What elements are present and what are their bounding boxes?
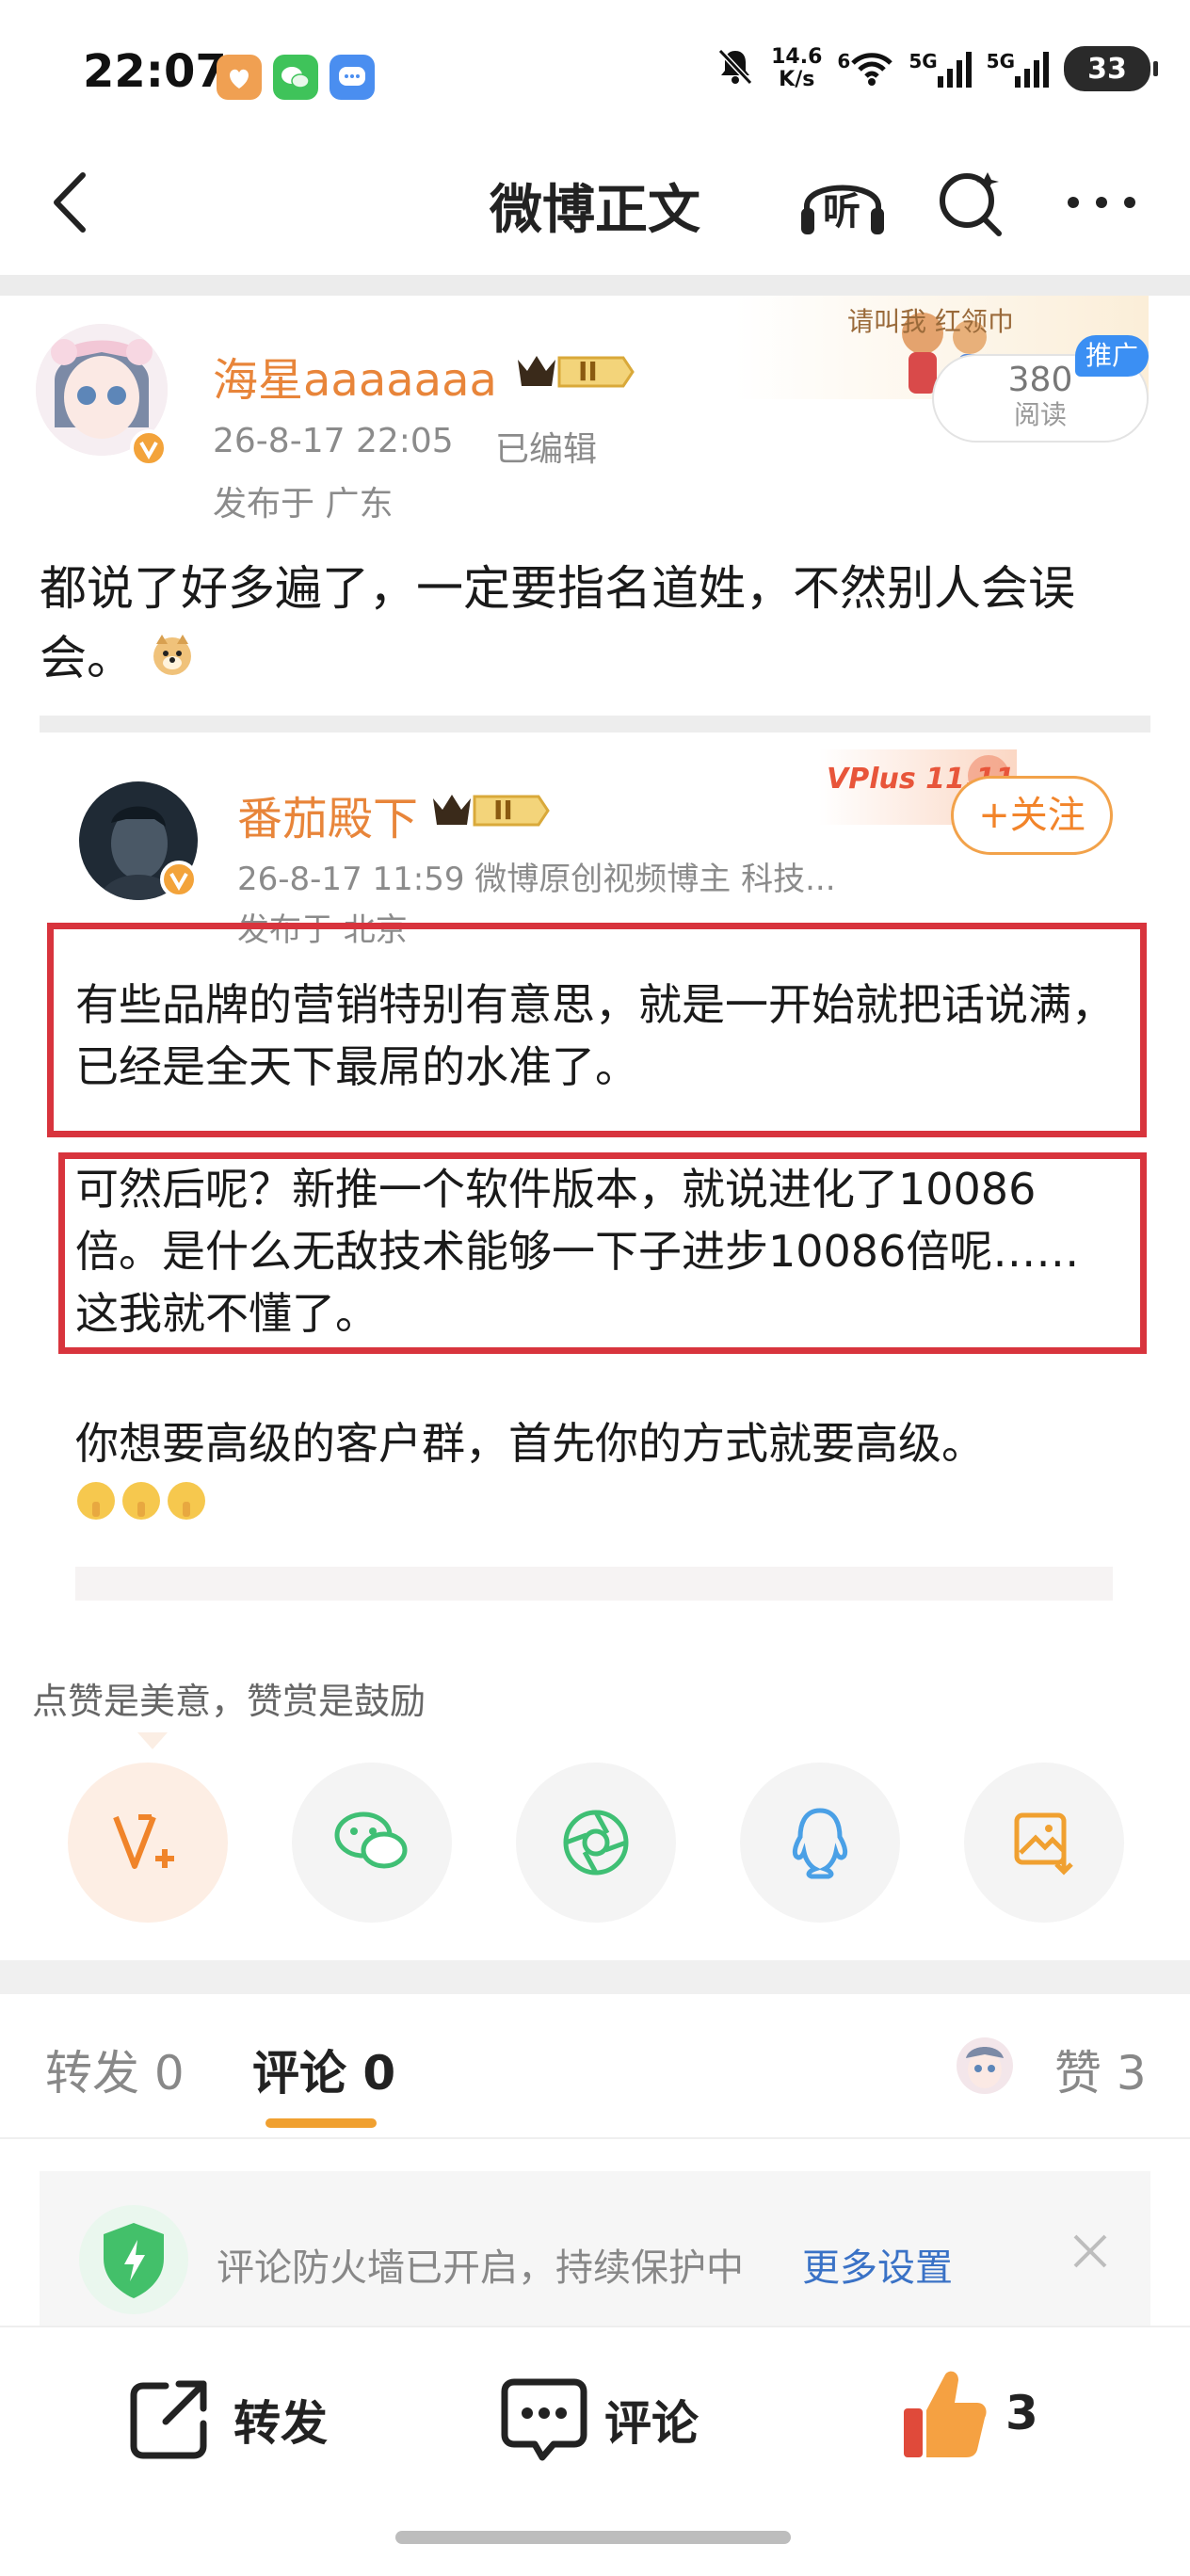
repost-vip-badge: II — [429, 789, 552, 832]
repost-author-name[interactable]: 番茄殿下 — [237, 781, 418, 847]
health-app-icon — [217, 55, 262, 100]
wechat-app-icon — [273, 55, 318, 100]
repost-paragraph-2: 可然后呢？新推一个软件版本，就说进化了10086倍。是什么无敌技术能够一下子进步… — [75, 1164, 1080, 1339]
crown-icon — [518, 356, 635, 388]
status-right: 14.6 K/s 6 5G 5G 33 — [715, 45, 1158, 92]
section-divider — [0, 1960, 1190, 1994]
wechat-icon — [334, 1811, 408, 1869]
verified-badge-icon — [130, 429, 168, 467]
edited-label: 已编辑 — [495, 430, 598, 469]
banner-text: 请叫我 红领巾 — [847, 306, 1014, 337]
shush-emoji-icon — [75, 1477, 207, 1540]
share-qq-button[interactable] — [740, 1763, 900, 1923]
comment-bubble-icon — [501, 2378, 587, 2461]
post-location: 发布于 广东 — [213, 485, 394, 523]
reward-hint: 点赞是美意，赞赏是鼓励 — [32, 1681, 426, 1722]
comment-action-label[interactable]: 评论 — [604, 2386, 699, 2454]
close-notice-button[interactable] — [1069, 2228, 1111, 2284]
tab-comment[interactable]: 评论 0 — [252, 2036, 395, 2103]
save-image-button[interactable] — [964, 1763, 1124, 1923]
repost-paragraph-1: 有些品牌的营销特别有意思，就是一开始就把话说满，已经是全天下最屌的水准了。 — [75, 979, 1115, 1092]
search-button[interactable] — [928, 160, 1013, 245]
shield-icon — [79, 2205, 188, 2314]
more-button[interactable] — [1054, 160, 1149, 245]
close-icon — [1073, 2234, 1107, 2268]
nav-divider — [0, 275, 1190, 296]
comment-action-button[interactable] — [497, 2373, 591, 2467]
repost-meta: 26-8-17 11:59 微博原创视频博主 科技... — [237, 861, 836, 898]
repost-paragraph-3: 你想要高级的客户群，首先你的方式就要高级。 — [75, 1418, 985, 1469]
vip-level: II — [578, 356, 598, 387]
repost-action-button[interactable] — [124, 2373, 215, 2463]
doge-emoji-icon — [149, 627, 196, 697]
repost-card-divider — [40, 716, 1150, 733]
share-wechat-button[interactable] — [292, 1763, 452, 1923]
share-arrow-icon — [130, 2380, 207, 2459]
like-action-button[interactable] — [898, 2365, 989, 2463]
qq-penguin-icon — [792, 1808, 848, 1879]
read-label: 阅读 — [1013, 399, 1067, 430]
promo-badge: 推广 — [1075, 335, 1149, 377]
like-count[interactable]: 3 — [1005, 2386, 1038, 2440]
signal-5g-1-icon: 5G — [909, 50, 972, 88]
reward-pointer — [137, 1732, 168, 1749]
tab-repost[interactable]: 转发 0 — [45, 2036, 185, 2103]
vip-level-badge: II — [514, 350, 636, 394]
repost-action-label[interactable]: 转发 — [233, 2386, 328, 2454]
more-dots-icon — [1068, 197, 1135, 208]
tab-likes[interactable]: 赞 3 — [1054, 2036, 1147, 2103]
listen-button[interactable]: 听 — [791, 160, 894, 245]
repost-paragraph-3-container: 你想要高级的客户群，首先你的方式就要高级。 — [75, 1412, 1120, 1540]
repost-verified-badge-icon — [160, 861, 198, 898]
post-body: 都说了好多遍了，一定要指名道姓，不然别人会误会。 — [40, 554, 1150, 697]
home-indicator[interactable] — [395, 2531, 791, 2544]
repost-more-strip — [75, 1567, 1113, 1601]
vplus-icon — [113, 1814, 174, 1869]
signal-5g-2-icon: 5G — [987, 50, 1049, 88]
search-icon — [940, 172, 1002, 236]
follow-button[interactable]: +关注 — [951, 776, 1113, 855]
message-app-icon — [330, 55, 375, 100]
repost-crown-icon — [433, 795, 550, 827]
wifi-icon: 6 — [837, 50, 893, 88]
repost-vip-level: II — [493, 795, 513, 826]
mute-bell-icon — [715, 45, 756, 92]
post-time: 26-8-17 22:05 — [213, 422, 454, 460]
moments-shutter-icon — [563, 1810, 629, 1876]
firewall-settings-link[interactable]: 更多设置 — [802, 2237, 953, 2292]
thumbs-up-icon — [904, 2371, 987, 2457]
battery-indicator: 33 — [1064, 46, 1158, 91]
firewall-status-text: 评论防火墙已开启，持续保护中 — [217, 2246, 744, 2290]
share-moments-button[interactable] — [516, 1763, 676, 1923]
active-tab-indicator — [265, 2118, 377, 2128]
listen-label: 听 — [823, 190, 860, 233]
save-image-icon — [1014, 1812, 1073, 1876]
poster-username[interactable]: 海星aaaaaaa — [213, 343, 497, 409]
vplus-reward-button[interactable] — [68, 1763, 228, 1923]
status-time: 22:07 — [83, 45, 227, 98]
net-speed: 14.6 K/s — [771, 45, 823, 91]
liker-avatar[interactable] — [957, 2037, 1013, 2094]
tab-separator — [0, 2137, 1190, 2139]
